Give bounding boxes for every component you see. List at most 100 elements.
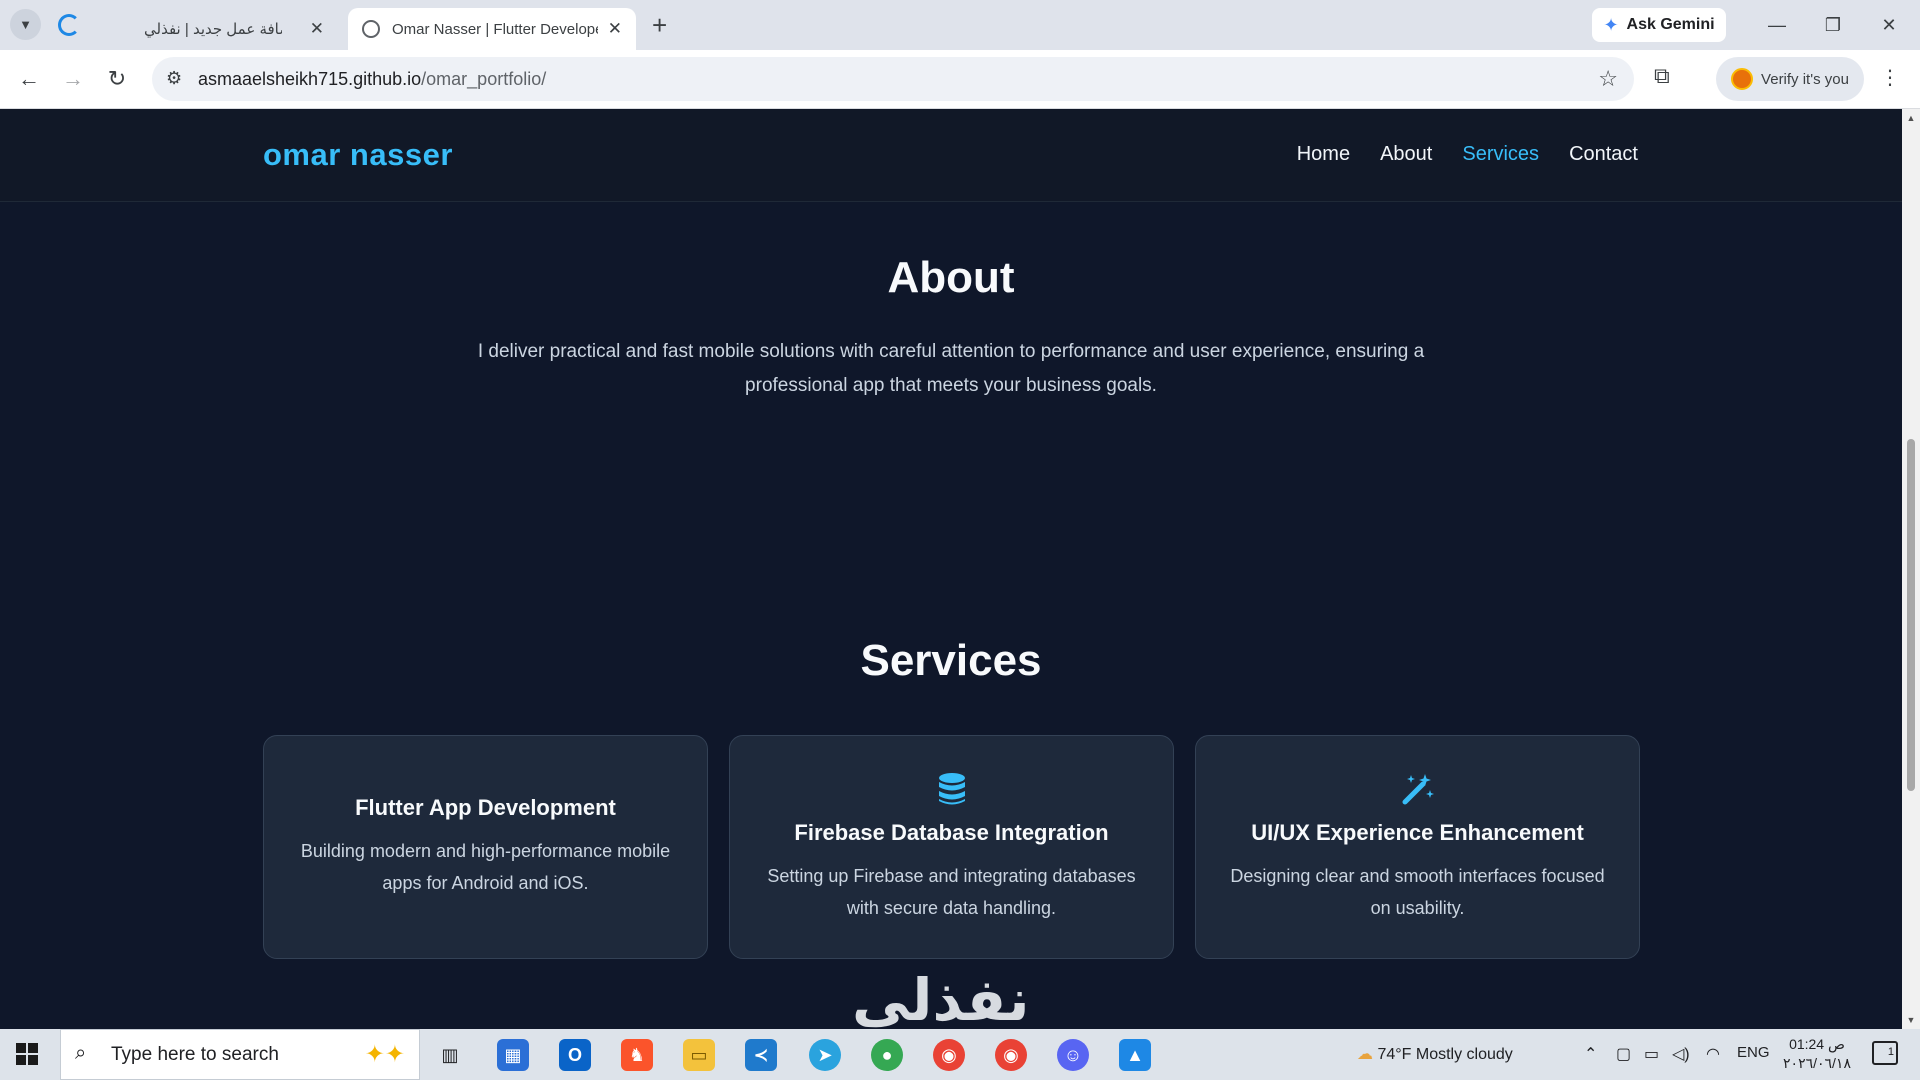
close-icon[interactable]: ✕ bbox=[608, 19, 622, 39]
forward-button[interactable]: → bbox=[56, 62, 90, 96]
new-tab-button[interactable]: + bbox=[652, 10, 667, 40]
telegram-icon[interactable]: ➤ bbox=[809, 1039, 841, 1071]
copilot-sparkle-icon: ✦✦ bbox=[364, 1041, 405, 1068]
about-title: About bbox=[887, 253, 1015, 302]
volume-icon[interactable]: ◁) bbox=[1672, 1044, 1690, 1064]
nafezly-favicon-icon bbox=[58, 14, 80, 36]
nav-home[interactable]: Home bbox=[1297, 143, 1350, 166]
reload-icon: ↻ bbox=[107, 66, 127, 91]
close-icon[interactable]: ✕ bbox=[310, 19, 324, 39]
service-desc: Setting up Firebase and integrating data… bbox=[767, 866, 1136, 918]
tab-title: Omar Nasser | Flutter Developer bbox=[392, 20, 598, 38]
service-card-flutter: Flutter App Development Building modern … bbox=[263, 735, 708, 959]
restore-icon: ❐ bbox=[1824, 15, 1842, 35]
reload-button[interactable]: ↻ bbox=[100, 62, 134, 96]
ask-gemini-button[interactable]: ✦ Ask Gemini bbox=[1592, 8, 1726, 42]
clock-time: 01:24 ص bbox=[1789, 1036, 1845, 1052]
photos-icon[interactable]: ▲ bbox=[1119, 1039, 1151, 1071]
tray-overflow-icon[interactable]: ⌃ bbox=[1584, 1044, 1597, 1064]
chevron-down-icon: ▼ bbox=[19, 17, 32, 32]
url-host: asmaaelsheikh715.github.io bbox=[198, 69, 422, 89]
verify-label: Verify it's you bbox=[1761, 70, 1849, 88]
weather-widget[interactable]: ☁ 74°F Mostly cloudy bbox=[1357, 1044, 1513, 1064]
profile-verify-button[interactable]: Verify it's you bbox=[1716, 57, 1864, 101]
scroll-up-icon[interactable]: ▲ bbox=[1902, 113, 1920, 123]
windows-start-icon[interactable] bbox=[16, 1043, 38, 1065]
service-title: Flutter App Development bbox=[355, 795, 616, 820]
service-desc: Building modern and high-performance mob… bbox=[300, 841, 671, 893]
magic-wand-icon bbox=[1401, 770, 1435, 808]
back-button[interactable]: ← bbox=[12, 62, 46, 96]
language-indicator[interactable]: ENG bbox=[1737, 1044, 1770, 1061]
taskbar: ⌕ Type here to search ✦✦ ▥ ▦ O ♞ ▭ ≺ ➤ ●… bbox=[0, 1029, 1920, 1080]
cloudy-weather-icon: ☁ bbox=[1357, 1046, 1373, 1063]
ask-gemini-label: Ask Gemini bbox=[1626, 16, 1715, 33]
service-desc: Designing clear and smooth interfaces fo… bbox=[1230, 866, 1605, 918]
browser-tab-bar: ▼ إضافة عمل جديد | نفذلي ✕ Omar Nasser |… bbox=[0, 0, 1920, 50]
weather-text: 74°F Mostly cloudy bbox=[1377, 1046, 1513, 1063]
outlook-icon[interactable]: O bbox=[559, 1039, 591, 1071]
chat-icon[interactable]: ● bbox=[871, 1039, 903, 1071]
close-icon: ✕ bbox=[1881, 15, 1897, 35]
tab-nafezly[interactable]: إضافة عمل جديد | نفذلي ✕ bbox=[130, 8, 338, 50]
more-menu-icon[interactable]: ⋮ bbox=[1880, 65, 1900, 90]
taskbar-clock[interactable]: 01:24 ص ٢٠٢٦/٠٦/١٨ bbox=[1772, 1035, 1862, 1073]
extensions-icon[interactable]: ⧉ bbox=[1654, 63, 1670, 89]
url-text[interactable]: asmaaelsheikh715.github.io/omar_portfoli… bbox=[198, 69, 546, 90]
chrome-profile-icon[interactable]: ◉ bbox=[995, 1039, 1027, 1071]
browser-toolbar: ← → ↻ ⚙ asmaaelsheikh715.github.io/omar_… bbox=[0, 50, 1920, 109]
chrome-icon[interactable]: ◉ bbox=[933, 1039, 965, 1071]
arrow-right-icon: → bbox=[62, 66, 84, 91]
wifi-icon[interactable]: ◠ bbox=[1706, 1044, 1720, 1064]
nav-contact[interactable]: Contact bbox=[1569, 143, 1638, 166]
site-logo[interactable]: omar nasser bbox=[263, 137, 453, 173]
scroll-down-icon[interactable]: ▼ bbox=[1902, 1015, 1920, 1025]
brave-icon[interactable]: ♞ bbox=[621, 1039, 653, 1071]
site-nav: Home About Services Contact bbox=[1297, 143, 1638, 166]
clock-date: ٢٠٢٦/٠٦/١٨ bbox=[1783, 1055, 1851, 1071]
globe-icon bbox=[362, 20, 380, 38]
restore-button[interactable]: ❐ bbox=[1810, 8, 1856, 42]
tab-title: إضافة عمل جديد | نفذلي bbox=[144, 21, 282, 38]
minimize-button[interactable]: — bbox=[1754, 8, 1800, 42]
meet-now-icon[interactable]: ▢ bbox=[1616, 1044, 1631, 1064]
notifications-icon[interactable]: 1 bbox=[1872, 1041, 1898, 1065]
search-icon: ⌕ bbox=[75, 1042, 87, 1064]
nav-about[interactable]: About bbox=[1380, 143, 1432, 166]
vscode-icon[interactable]: ≺ bbox=[745, 1039, 777, 1071]
nafezly-watermark: نفذلي bbox=[852, 966, 1030, 1034]
task-view-icon[interactable]: ▥ bbox=[434, 1039, 466, 1071]
taskbar-search-input[interactable]: ⌕ Type here to search ✦✦ bbox=[60, 1029, 420, 1080]
services-grid: Flutter App Development Building modern … bbox=[263, 735, 1640, 959]
store-icon[interactable]: ▦ bbox=[497, 1039, 529, 1071]
url-path: /omar_portfolio/ bbox=[421, 69, 547, 89]
plus-icon: + bbox=[652, 10, 668, 40]
web-page: omar nasser Home About Services Contact … bbox=[0, 109, 1902, 1029]
bookmark-star-icon[interactable]: ☆ bbox=[1598, 66, 1618, 92]
service-card-uiux: UI/UX Experience Enhancement Designing c… bbox=[1195, 735, 1640, 959]
tab-search-button[interactable]: ▼ bbox=[10, 9, 41, 40]
file-explorer-icon[interactable]: ▭ bbox=[683, 1039, 715, 1071]
close-window-button[interactable]: ✕ bbox=[1866, 8, 1912, 42]
site-settings-icon[interactable]: ⚙ bbox=[166, 68, 182, 89]
nav-services[interactable]: Services bbox=[1462, 143, 1539, 166]
notification-count: 1 bbox=[1887, 1046, 1894, 1058]
scroll-thumb[interactable] bbox=[1907, 439, 1915, 791]
minimize-icon: — bbox=[1768, 15, 1786, 35]
arrow-left-icon: ← bbox=[18, 66, 40, 91]
about-text: I deliver practical and fast mobile solu… bbox=[477, 341, 1425, 396]
page-scrollbar[interactable]: ▲ ▼ bbox=[1902, 109, 1920, 1029]
gemini-sparkle-icon: ✦ bbox=[1603, 14, 1619, 35]
site-header: omar nasser Home About Services Contact bbox=[0, 109, 1902, 202]
address-bar[interactable]: ⚙ asmaaelsheikh715.github.io/omar_portfo… bbox=[152, 57, 1634, 101]
database-icon bbox=[937, 770, 967, 808]
battery-icon[interactable]: ▭ bbox=[1644, 1044, 1659, 1064]
service-card-firebase: Firebase Database Integration Setting up… bbox=[729, 735, 1174, 959]
service-title: Firebase Database Integration bbox=[794, 820, 1109, 845]
avatar bbox=[1731, 68, 1754, 90]
services-title: Services bbox=[860, 636, 1042, 685]
search-placeholder: Type here to search bbox=[111, 1044, 279, 1065]
tab-portfolio[interactable]: Omar Nasser | Flutter Developer ✕ bbox=[348, 8, 636, 50]
service-title: UI/UX Experience Enhancement bbox=[1251, 820, 1584, 845]
discord-icon[interactable]: ☺ bbox=[1057, 1039, 1089, 1071]
